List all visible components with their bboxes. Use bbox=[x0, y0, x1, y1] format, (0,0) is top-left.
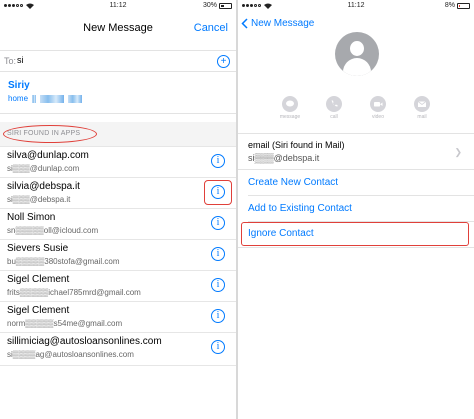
chevron-left-icon bbox=[241, 18, 248, 29]
action-call: call bbox=[322, 96, 346, 120]
status-bar: 11:12 8% bbox=[238, 0, 474, 12]
contact-row[interactable]: Sigel Clement norm▒▒▒▒▒s54me@gmail.com i bbox=[0, 301, 236, 331]
contact-name: sillimiciag@autosloansonlines.com bbox=[7, 336, 162, 347]
contact-name: silvia@debspa.it bbox=[7, 181, 80, 192]
action-mail: mail bbox=[410, 96, 434, 120]
redacted-blur bbox=[40, 94, 65, 103]
siri-found-section-header: SIRI FOUND IN APPS bbox=[0, 122, 236, 146]
status-bar: 11:12 30% bbox=[0, 0, 236, 12]
status-time: 11:12 bbox=[347, 2, 365, 9]
contact-email: frits▒▒▒▒▒ichael785mrd@gmail.com bbox=[7, 288, 141, 297]
info-icon[interactable]: i bbox=[211, 216, 225, 230]
contact-row[interactable]: Noll Simon sn▒▒▒▒▒oll@icloud.com i bbox=[0, 208, 236, 238]
add-to-existing-button[interactable]: Add to Existing Contact bbox=[248, 203, 352, 214]
avatar bbox=[335, 32, 379, 76]
recipient-input[interactable]: si bbox=[17, 55, 24, 65]
contact-email: sn▒▒▒▒▒oll@icloud.com bbox=[7, 226, 99, 235]
divider bbox=[248, 195, 474, 196]
status-time: 11:12 bbox=[109, 2, 127, 9]
suggestion-name[interactable]: Siriy bbox=[8, 80, 30, 91]
recipient-field[interactable]: To: si + bbox=[0, 50, 236, 72]
create-contact-button[interactable]: Create New Contact bbox=[248, 177, 338, 188]
contact-row[interactable]: silva@dunlap.com si▒▒▒@dunlap.com i bbox=[0, 146, 236, 176]
contact-email: si▒▒▒▒ag@autosloansonlines.com bbox=[7, 350, 134, 359]
contact-row[interactable]: Sigel Clement frits▒▒▒▒▒ichael785mrd@gma… bbox=[0, 270, 236, 300]
add-recipient-icon[interactable]: + bbox=[217, 55, 230, 68]
email-label: email (Siri found in Mail) bbox=[248, 140, 345, 150]
info-icon[interactable]: i bbox=[211, 154, 225, 168]
contact-row[interactable]: silvia@debspa.it si▒▒▒@debspa.it i bbox=[0, 177, 236, 207]
info-icon[interactable]: i bbox=[211, 247, 225, 261]
avatar-head bbox=[350, 41, 364, 56]
contact-detail-screen: 11:12 8% New Message message call video … bbox=[238, 0, 474, 419]
contact-email: norm▒▒▒▒▒s54me@gmail.com bbox=[7, 319, 123, 328]
video-icon bbox=[370, 96, 386, 112]
redacted-blur bbox=[32, 94, 37, 103]
contact-row[interactable]: sillimiciag@autosloansonlines.com si▒▒▒▒… bbox=[0, 332, 236, 366]
back-label: New Message bbox=[251, 18, 315, 29]
info-icon[interactable]: i bbox=[211, 340, 225, 354]
battery-percent: 8% bbox=[444, 2, 455, 9]
suggestion-label: home bbox=[8, 94, 29, 103]
action-message: message bbox=[278, 96, 302, 120]
highlight-box bbox=[241, 222, 469, 246]
info-icon[interactable]: i bbox=[211, 278, 225, 292]
suggestion-detail[interactable]: home bbox=[8, 94, 83, 103]
contact-name: Sievers Susie bbox=[7, 243, 69, 254]
redacted-blur bbox=[68, 94, 83, 103]
contact-name: Sigel Clement bbox=[7, 274, 70, 285]
message-icon bbox=[282, 96, 298, 112]
info-icon[interactable]: i bbox=[211, 309, 225, 323]
contact-row[interactable]: Sievers Susie bu▒▒▒▒▒380stofa@gmail.com … bbox=[0, 239, 236, 269]
battery-icon bbox=[219, 2, 232, 9]
chevron-right-icon[interactable]: ❯ bbox=[454, 147, 462, 158]
contact-email: si▒▒▒@dunlap.com bbox=[7, 164, 80, 173]
to-label: To: bbox=[4, 56, 17, 66]
contact-email: si▒▒▒@debspa.it bbox=[7, 195, 71, 204]
contact-email: bu▒▒▒▒▒380stofa@gmail.com bbox=[7, 257, 120, 266]
battery-icon bbox=[457, 2, 470, 9]
action-label: mail bbox=[417, 114, 427, 120]
highlight-oval bbox=[3, 125, 97, 143]
action-label: video bbox=[372, 114, 384, 120]
new-message-screen: 11:12 30% New Message Cancel To: si + Si… bbox=[0, 0, 236, 419]
battery-percent: 30% bbox=[202, 2, 217, 9]
contact-name: silva@dunlap.com bbox=[7, 150, 89, 161]
divider bbox=[238, 247, 474, 248]
contact-actions: message call video mail bbox=[278, 96, 434, 120]
avatar-body bbox=[343, 58, 371, 76]
action-label: call bbox=[330, 114, 338, 120]
action-label: message bbox=[279, 114, 301, 120]
divider bbox=[238, 169, 474, 170]
highlight-box bbox=[204, 180, 232, 205]
mail-icon bbox=[414, 96, 430, 112]
email-value[interactable]: si▒▒▒@debspa.it bbox=[248, 153, 319, 163]
contact-name: Sigel Clement bbox=[7, 305, 70, 316]
divider bbox=[238, 133, 474, 134]
contact-name: Noll Simon bbox=[7, 212, 56, 223]
battery-indicator: 8% bbox=[445, 2, 470, 9]
back-button[interactable]: New Message bbox=[241, 18, 314, 29]
cancel-button[interactable]: Cancel bbox=[194, 22, 228, 34]
phone-icon bbox=[326, 96, 342, 112]
divider bbox=[0, 113, 236, 114]
battery-indicator: 30% bbox=[203, 2, 232, 9]
action-video: video bbox=[366, 96, 390, 120]
